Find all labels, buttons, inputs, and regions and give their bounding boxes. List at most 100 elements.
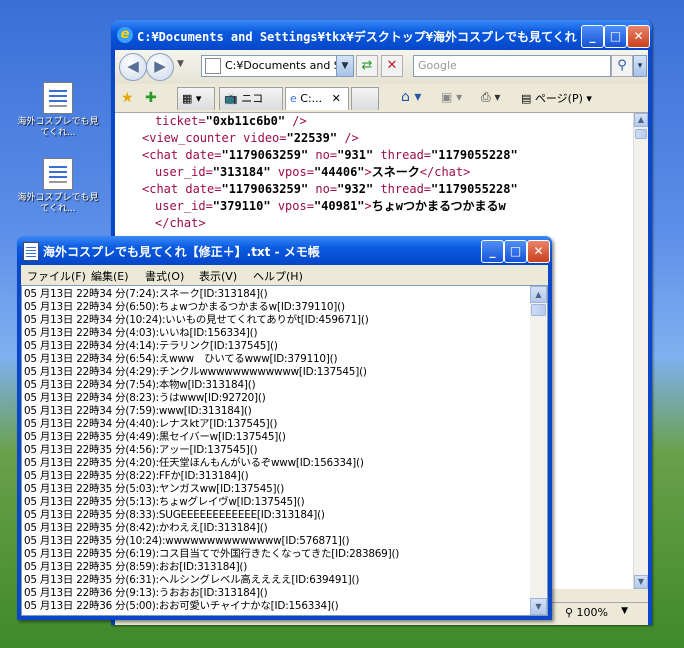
xml-token: vpos= — [270, 199, 314, 213]
log-line: 05 月13日 22時36 分(9:13):うおおお[ID:313184]() — [24, 587, 268, 599]
menu-format[interactable]: 書式(O) — [145, 268, 184, 284]
tab-niconico[interactable]: 📺 ニコニ... — [219, 87, 283, 127]
xml-token: "1179063259" — [221, 148, 309, 162]
log-line: 05 月13日 22時35 分(6:19):コス目当てで外国行きたくなってきた[… — [24, 548, 400, 560]
xml-token: "40981" — [313, 199, 365, 213]
search-icon[interactable]: ⚲ — [611, 55, 633, 77]
page-menu-icon: ▤ — [521, 92, 532, 105]
desktop-icon-text[interactable]: 海外コスプレでも見てくれ... — [16, 158, 100, 215]
log-line: 05 月13日 22時34 分(6:54):えwww ひいてるwww[ID:37… — [24, 353, 338, 365]
text-file-icon — [43, 158, 73, 190]
tab-current[interactable]: e C:... ✕ — [285, 87, 349, 110]
zoom-dropdown-icon[interactable]: ▼ — [621, 606, 628, 616]
log-line: 05 月13日 22時35 分(4:49):黒セイバーw[ID:137545](… — [24, 431, 286, 443]
close-button[interactable]: ✕ — [627, 25, 650, 48]
log-line: 05 月13日 22時34 分(6:50):ちょwつかまるつかまるw[ID:37… — [24, 301, 345, 313]
search-input[interactable]: Google — [413, 55, 611, 77]
zoom-icon: ⚲ — [564, 606, 574, 619]
page-icon — [205, 58, 221, 74]
home-icon[interactable]: ⌂ ▾ — [401, 89, 421, 105]
log-line: 05 月13日 22時34 分(4:03):いいね[ID:156334]() — [24, 327, 258, 339]
minimize-button[interactable]: _ — [581, 25, 604, 48]
log-line: 05 月13日 22時34 分(4:40):レナスktア[ID:137545](… — [24, 418, 278, 430]
history-dropdown-icon[interactable]: ▼ — [177, 59, 184, 69]
xml-token: user_id= — [155, 199, 213, 213]
scroll-down-button[interactable]: ▼ — [530, 598, 547, 615]
log-line: 05 月13日 22時35 分(4:20):任天堂ほんもんがいるぞwww[ID:… — [24, 457, 364, 469]
close-tab-icon[interactable]: ✕ — [332, 92, 341, 105]
scroll-down-button[interactable]: ▼ — [634, 575, 648, 589]
print-icon[interactable]: ⎙ ▾ — [481, 90, 500, 105]
notepad-vertical-scrollbar[interactable]: ▲ ▼ — [530, 286, 547, 615]
log-line: 05 月13日 22時34 分(10:24):いいもの見せてくれてありがt[ID… — [24, 314, 369, 326]
notepad-titlebar[interactable]: 海外コスプレでも見てくれ【修正＋】.txt - メモ帳 _ □ ✕ — [17, 236, 552, 265]
page-menu-button[interactable]: ▤ ページ(P) ▾ — [521, 90, 592, 106]
maximize-button[interactable]: □ — [604, 25, 627, 48]
minimize-button[interactable]: _ — [481, 240, 504, 263]
quick-tabs-icon: ▦ ▾ — [182, 92, 202, 105]
xml-token: "931" — [337, 148, 374, 162]
refresh-button[interactable]: ⇄ — [356, 55, 378, 77]
xml-token: date= — [185, 182, 222, 196]
xml-token: vpos= — [270, 165, 314, 179]
maximize-button[interactable]: □ — [504, 240, 527, 263]
xml-token: "313184" — [212, 165, 271, 179]
zoom-control[interactable]: ⚲ 100% — [565, 606, 608, 619]
log-line: 05 月13日 22時35 分(8:22):FFか[ID:313184]() — [24, 470, 249, 482]
scroll-up-button[interactable]: ▲ — [634, 113, 648, 127]
ie-page-icon: e — [290, 92, 297, 105]
tab-label: C:... — [300, 92, 323, 105]
page-menu-label: ページ(P) — [534, 92, 583, 105]
forward-button[interactable]: ▶ — [146, 53, 174, 81]
ie-window-title: C:¥Documents and Settings¥tkx¥デスクトップ¥海外コ… — [137, 30, 577, 44]
xml-line: ticket="0xb11c6b0" /> — [115, 113, 634, 130]
add-favorite-icon[interactable]: ✚ — [145, 90, 157, 106]
html-file-icon — [43, 82, 73, 114]
xml-token: > — [364, 199, 372, 213]
back-button[interactable]: ◀ — [119, 53, 147, 81]
menu-view[interactable]: 表示(V) — [199, 268, 237, 284]
xml-token: > — [364, 165, 372, 179]
xml-line: <chat date="1179063259" no="932" thread=… — [115, 181, 634, 198]
menu-edit[interactable]: 編集(E) — [91, 268, 129, 284]
log-line: 05 月13日 22時35 分(8:33):SUGEEEEEEEEEEEE[ID… — [24, 509, 325, 521]
xml-token: <view_counter — [142, 131, 244, 145]
notepad-text-area[interactable]: 05 月13日 22時34 分(7:24):スネーク[ID:313184]() 0… — [21, 285, 548, 616]
notepad-window[interactable]: 海外コスプレでも見てくれ【修正＋】.txt - メモ帳 _ □ ✕ ファイル(F… — [17, 236, 552, 620]
menu-file[interactable]: ファイル(F) — [27, 268, 86, 284]
log-line: 05 月13日 22時35 分(8:42):かわええ[ID:313184]() — [24, 522, 268, 534]
new-tab-button[interactable] — [351, 87, 379, 110]
feeds-icon[interactable]: ▣ ▾ — [441, 90, 462, 104]
xml-token: thread= — [373, 182, 432, 196]
desktop-icon-html[interactable]: 海外コスプレでも見てくれ... — [16, 82, 100, 139]
notepad-window-title: 海外コスプレでも見てくれ【修正＋】.txt - メモ帳 — [43, 245, 320, 259]
scroll-thumb[interactable] — [531, 304, 546, 316]
log-line: 05 月13日 22時34 分(7:54):本物w[ID:313184]() — [24, 379, 256, 391]
address-dropdown-button[interactable]: ▼ — [336, 55, 354, 77]
log-line: 05 月13日 22時36 分(5:00):おお可愛いチャイナかな[ID:156… — [24, 600, 339, 612]
ie-titlebar[interactable]: e C:¥Documents and Settings¥tkx¥デスクトップ¥海… — [111, 20, 652, 50]
search-options-button[interactable]: ▾ — [633, 55, 647, 77]
xml-token: "932" — [337, 182, 374, 196]
close-button[interactable]: ✕ — [527, 240, 550, 263]
log-line: 05 月13日 22時35 分(5:03):ヤンガスww[ID:137545](… — [24, 483, 285, 495]
zoom-level: 100% — [576, 606, 608, 619]
xml-token: thread= — [373, 148, 432, 162]
xml-token: "1179063259" — [221, 182, 309, 196]
xml-token: "379110" — [212, 199, 271, 213]
xml-token: <chat — [142, 148, 186, 162]
xml-token: no= — [308, 148, 338, 162]
log-line: 05 月13日 22時35 分(8:59):おお[ID:313184]() — [24, 561, 248, 573]
log-line: 05 月13日 22時34 分(7:24):スネーク[ID:313184]() — [24, 288, 268, 300]
xml-line: user_id="379110" vpos="40981">ちょwつかまるつかま… — [115, 198, 634, 215]
stop-button[interactable]: ✕ — [381, 55, 403, 77]
favorites-star-icon[interactable]: ★ — [121, 90, 134, 106]
log-line: 05 月13日 22時35 分(5:13):ちょwグレイヴw[ID:137545… — [24, 496, 305, 508]
ie-vertical-scrollbar[interactable]: ▲ ▼ — [633, 113, 648, 589]
xml-token: ticket= — [155, 114, 206, 128]
scroll-up-button[interactable]: ▲ — [530, 286, 547, 303]
quick-tabs-button[interactable]: ▦ ▾ — [177, 87, 215, 110]
address-bar[interactable]: C:¥Documents and Se — [201, 55, 351, 77]
menu-help[interactable]: ヘルプ(H) — [253, 268, 303, 284]
scroll-thumb[interactable] — [635, 129, 647, 139]
